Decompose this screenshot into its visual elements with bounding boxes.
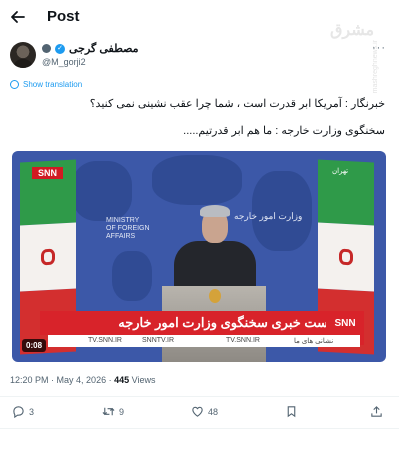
globe-icon <box>10 80 19 89</box>
repost-icon <box>102 407 115 416</box>
ministry-english-sign: MINISTRY OF FOREIGN AFFAIRS <box>106 217 150 240</box>
affiliate-badge-icon <box>42 44 51 53</box>
arrow-left-icon[interactable] <box>10 9 26 25</box>
ticker-item: نشانی های ما <box>294 338 334 345</box>
map-shape <box>72 161 132 221</box>
avatar[interactable] <box>10 42 36 68</box>
share-button[interactable] <box>370 405 383 418</box>
lower-third-text: نشست خبری سخنگوی وزارت امور خارجه <box>118 315 344 330</box>
watermark-logo: مشرق <box>330 22 375 39</box>
bookmark-icon <box>287 406 296 418</box>
tweet-text-line-2: سخنگوی وزارت خارجه : ما هم ابر قدرتیم...… <box>183 125 385 137</box>
ticker-item: SNNTV.IR <box>142 337 175 344</box>
like-count: 48 <box>208 406 219 417</box>
share-icon <box>371 406 382 417</box>
repost-count: 9 <box>119 406 125 417</box>
bookmark-button[interactable] <box>285 405 298 418</box>
author-name[interactable]: مصطفی گرجی <box>69 42 139 55</box>
views-label: Views <box>131 375 156 385</box>
video-duration: 0:08 <box>22 339 47 352</box>
show-translation-label[interactable]: Show translation <box>23 80 82 89</box>
more-options-icon[interactable]: ··· <box>372 42 386 54</box>
map-shape <box>112 251 152 301</box>
tweet-text-line-1: خبرنگار : آمریکا ابر قدرت است ، شما چرا … <box>89 98 385 110</box>
like-button[interactable]: 48 <box>191 405 218 418</box>
divider <box>0 428 399 429</box>
speaker-hair <box>200 205 230 217</box>
like-icon <box>192 406 203 417</box>
ticker-item: TV.SNN.IR <box>226 337 260 344</box>
page-title: Post <box>47 8 80 25</box>
reply-count: 3 <box>29 406 35 417</box>
author-block[interactable]: ✓ مصطفی گرجی @M_gorji2 <box>42 42 139 67</box>
divider <box>0 396 399 397</box>
ministry-persian-sign: وزارت امور خارجه <box>234 211 303 221</box>
reply-button[interactable]: 3 <box>12 405 34 418</box>
channel-tag: SNN <box>32 167 64 179</box>
action-bar: 3 9 48 <box>0 405 399 421</box>
repost-button[interactable]: 9 <box>102 405 124 418</box>
ticker-item: TV.SNN.IR <box>88 337 122 344</box>
video-player[interactable]: MINISTRY OF FOREIGN AFFAIRS وزارت امور خ… <box>12 151 386 362</box>
author-handle[interactable]: @M_gorji2 <box>42 57 139 67</box>
post-time[interactable]: 12:20 PM <box>10 375 49 385</box>
location-tag: تهران <box>332 168 349 175</box>
post-date[interactable]: May 4, 2026 <box>57 375 107 385</box>
podium-emblem-icon <box>209 289 221 303</box>
show-translation-link[interactable]: Show translation <box>10 80 82 89</box>
views-count: 445 <box>114 375 130 385</box>
reply-icon <box>13 406 24 418</box>
verified-badge-icon: ✓ <box>55 43 65 54</box>
post-meta: 12:20 PM · May 4, 2026 · 445 Views <box>10 375 156 385</box>
map-shape <box>152 155 242 205</box>
